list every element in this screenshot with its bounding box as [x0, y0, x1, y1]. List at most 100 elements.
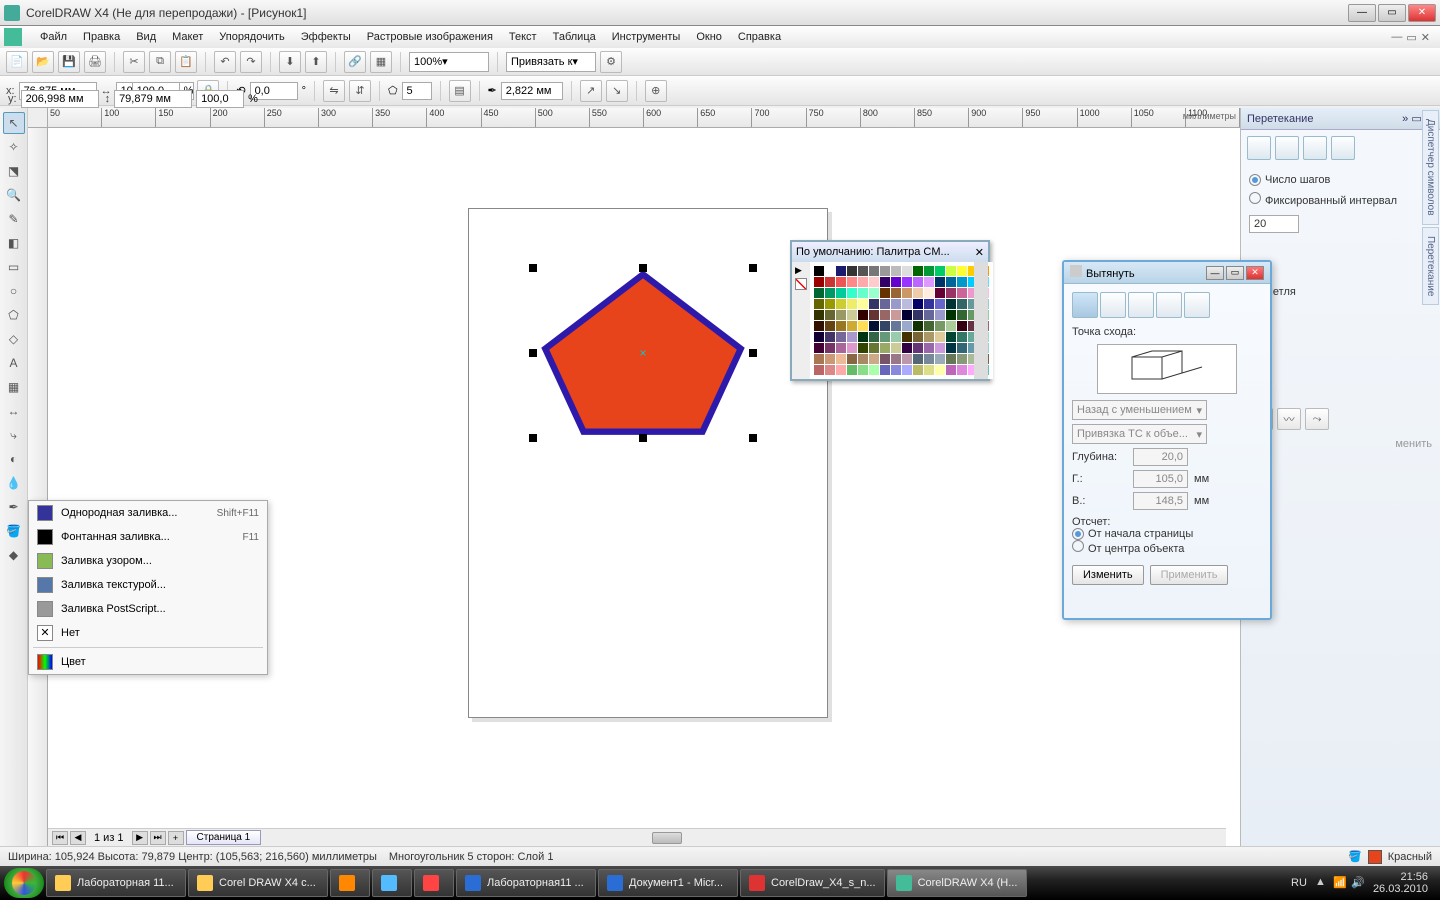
color-swatch[interactable] — [946, 288, 956, 298]
y-field[interactable]: 206,998 мм — [21, 90, 99, 108]
color-swatch[interactable] — [902, 310, 912, 320]
color-swatch[interactable] — [957, 343, 967, 353]
color-swatch[interactable] — [858, 310, 868, 320]
color-swatch[interactable] — [902, 288, 912, 298]
color-swatch[interactable] — [935, 288, 945, 298]
color-swatch[interactable] — [902, 343, 912, 353]
pick-tool[interactable]: ↖ — [3, 112, 25, 134]
color-swatch[interactable] — [814, 288, 824, 298]
prev-page-button[interactable]: ◀ — [70, 831, 86, 845]
color-swatch[interactable] — [814, 343, 824, 353]
text-tool[interactable]: A — [3, 352, 25, 374]
mdi-restore-icon[interactable]: ▭ — [1406, 31, 1416, 44]
mdi-minimize-icon[interactable]: — — [1391, 31, 1402, 44]
color-swatch[interactable] — [836, 288, 846, 298]
color-swatch[interactable] — [880, 299, 890, 309]
color-swatch[interactable] — [935, 277, 945, 287]
color-swatch[interactable] — [913, 310, 923, 320]
ruler-corner[interactable] — [28, 108, 48, 128]
ellipse-tool[interactable]: ○ — [3, 280, 25, 302]
color-swatch[interactable] — [880, 365, 890, 375]
menu-Таблица[interactable]: Таблица — [545, 29, 604, 45]
outline-width-field[interactable]: 2,822 мм — [501, 82, 563, 100]
palette-scrollbar[interactable] — [974, 262, 988, 379]
color-swatch[interactable] — [858, 343, 868, 353]
copy-button[interactable]: ⧉ — [149, 51, 171, 73]
fill-swatch[interactable] — [1368, 850, 1382, 864]
color-swatch[interactable] — [891, 299, 901, 309]
export-button[interactable]: ⬆ — [305, 51, 327, 73]
docker-collapse-icon[interactable]: » — [1402, 113, 1408, 125]
color-swatch[interactable] — [924, 332, 934, 342]
color-swatch[interactable] — [847, 277, 857, 287]
color-swatch[interactable] — [935, 365, 945, 375]
color-swatch[interactable] — [880, 332, 890, 342]
color-swatch[interactable] — [891, 266, 901, 276]
launch-button[interactable]: 🔗 — [344, 51, 366, 73]
height-field[interactable]: 79,879 мм — [114, 90, 192, 108]
color-swatch[interactable] — [836, 310, 846, 320]
h-scrollbar[interactable] — [279, 831, 1212, 845]
color-swatch[interactable] — [869, 343, 879, 353]
color-swatch[interactable] — [957, 321, 967, 331]
cut-button[interactable]: ✂ — [123, 51, 145, 73]
color-swatch[interactable] — [858, 288, 868, 298]
paste-button[interactable]: 📋 — [175, 51, 197, 73]
color-swatch[interactable] — [935, 266, 945, 276]
color-swatch[interactable] — [946, 299, 956, 309]
interactive-fill-tool[interactable]: ◆ — [3, 544, 25, 566]
scale-y-field[interactable]: 100,0 — [196, 90, 244, 108]
color-swatch[interactable] — [913, 277, 923, 287]
color-swatch[interactable] — [814, 277, 824, 287]
zoom-combo[interactable]: 100% ▾ — [409, 52, 489, 72]
color-swatch[interactable] — [957, 277, 967, 287]
color-swatch[interactable] — [913, 332, 923, 342]
color-swatch[interactable] — [869, 299, 879, 309]
color-swatch[interactable] — [847, 332, 857, 342]
color-swatch[interactable] — [891, 365, 901, 375]
print-button[interactable]: 🖨 — [84, 51, 106, 73]
taskbar-task[interactable]: Документ1 - Micr... — [598, 869, 738, 897]
color-swatch[interactable] — [869, 332, 879, 342]
welcome-button[interactable]: ▦ — [370, 51, 392, 73]
color-swatch[interactable] — [957, 332, 967, 342]
menu-Текст[interactable]: Текст — [501, 29, 545, 45]
next-page-button[interactable]: ▶ — [132, 831, 148, 845]
color-swatch[interactable] — [946, 266, 956, 276]
color-swatch[interactable] — [858, 321, 868, 331]
undo-button[interactable]: ↶ — [214, 51, 236, 73]
edit-button[interactable]: Изменить — [1072, 565, 1144, 585]
palette-scroll-up-icon[interactable]: ▶ — [795, 265, 807, 276]
save-button[interactable]: 💾 — [58, 51, 80, 73]
options-button[interactable]: ⚙ — [600, 51, 622, 73]
extrude-anchor-combo[interactable]: Привязка ТС к объе...▾ — [1072, 424, 1207, 444]
zoom-tool[interactable]: 🔍 — [3, 184, 25, 206]
color-swatch[interactable] — [858, 354, 868, 364]
menu-Упорядочить[interactable]: Упорядочить — [211, 29, 292, 45]
maximize-button[interactable]: ▭ — [1378, 4, 1406, 22]
effects-tool[interactable]: ◐ — [3, 448, 25, 470]
dimension-tool[interactable]: ↔ — [3, 400, 25, 422]
ref-page-radio[interactable] — [1072, 528, 1084, 540]
redo-button[interactable]: ↷ — [240, 51, 262, 73]
extrude-dialog[interactable]: Вытянуть — ▭ ✕ Точка схода: Назад с умен… — [1062, 260, 1272, 620]
color-swatch[interactable] — [913, 288, 923, 298]
color-swatch[interactable] — [924, 354, 934, 364]
color-swatch[interactable] — [902, 299, 912, 309]
import-button[interactable]: ⬇ — [279, 51, 301, 73]
color-swatch[interactable] — [891, 277, 901, 287]
color-swatch[interactable] — [924, 343, 934, 353]
path-icon[interactable]: 〰 — [1277, 408, 1301, 430]
color-swatch[interactable] — [924, 299, 934, 309]
basic-shapes-tool[interactable]: ◇ — [3, 328, 25, 350]
color-swatch[interactable] — [825, 288, 835, 298]
color-swatch[interactable] — [946, 310, 956, 320]
color-swatch[interactable] — [847, 299, 857, 309]
color-swatch[interactable] — [825, 354, 835, 364]
color-swatch[interactable] — [924, 288, 934, 298]
color-swatch[interactable] — [924, 321, 934, 331]
menu-Правка[interactable]: Правка — [75, 29, 128, 45]
freehand-tool[interactable]: ✎ — [3, 208, 25, 230]
taskbar-task[interactable]: Лабораторная11 ... — [456, 869, 596, 897]
color-swatch[interactable] — [902, 332, 912, 342]
